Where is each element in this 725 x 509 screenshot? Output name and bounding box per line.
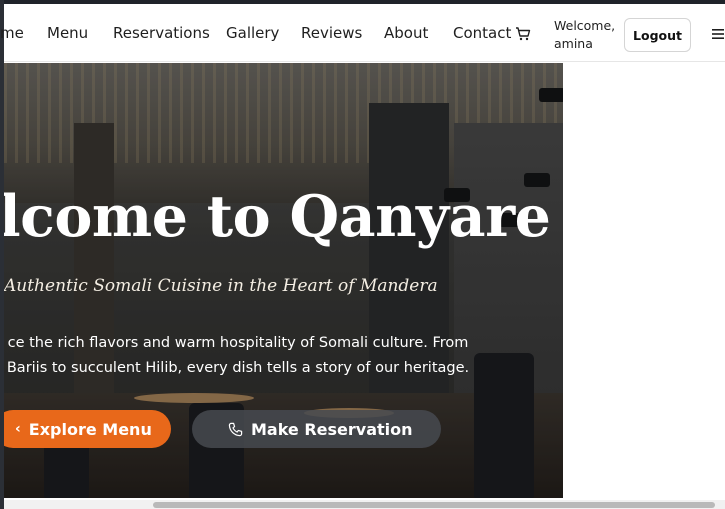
nav-item-gallery[interactable]: Gallery — [226, 24, 279, 42]
hero-subtitle: Authentic Somali Cuisine in the Heart of… — [4, 276, 438, 296]
horizontal-scrollbar-thumb[interactable] — [153, 502, 715, 508]
make-reservation-label: Make Reservation — [251, 419, 413, 439]
explore-menu-button[interactable]: ‹ Explore Menu — [4, 410, 171, 448]
hero-description-line: Bariis to succulent Hilib, every dish te… — [6, 360, 470, 376]
hero-description-line: ce the rich flavors and warm hospitality… — [7, 335, 469, 351]
welcome-greeting: Welcome, — [554, 18, 616, 33]
cart-icon[interactable] — [515, 26, 531, 42]
nav-item-home[interactable]: me — [0, 24, 24, 42]
hero-section: lcome to Qanyare Authentic Somali Cuisin… — [4, 63, 563, 498]
nav-item-reviews[interactable]: Reviews — [301, 24, 362, 42]
phone-icon — [228, 422, 243, 436]
welcome-username: amina — [554, 36, 593, 51]
nav-item-about[interactable]: About — [384, 24, 428, 42]
nav-item-contact[interactable]: Contact — [453, 24, 511, 42]
hero-description: ce the rich flavors and warm hospitality… — [4, 331, 478, 381]
explore-menu-label: Explore Menu — [28, 419, 152, 439]
welcome-text: Welcome, amina — [554, 17, 615, 53]
nav-item-reservations[interactable]: Reservations — [113, 24, 210, 42]
chevron-icon: ‹ — [15, 421, 21, 437]
hero-title: lcome to Qanyare — [4, 183, 551, 250]
navbar: me Menu Reservations Gallery Reviews Abo… — [0, 4, 725, 62]
hamburger-icon[interactable] — [712, 27, 724, 39]
logout-button[interactable]: Logout — [624, 18, 691, 52]
nav-item-menu[interactable]: Menu — [47, 24, 88, 42]
make-reservation-button[interactable]: Make Reservation — [192, 410, 441, 448]
